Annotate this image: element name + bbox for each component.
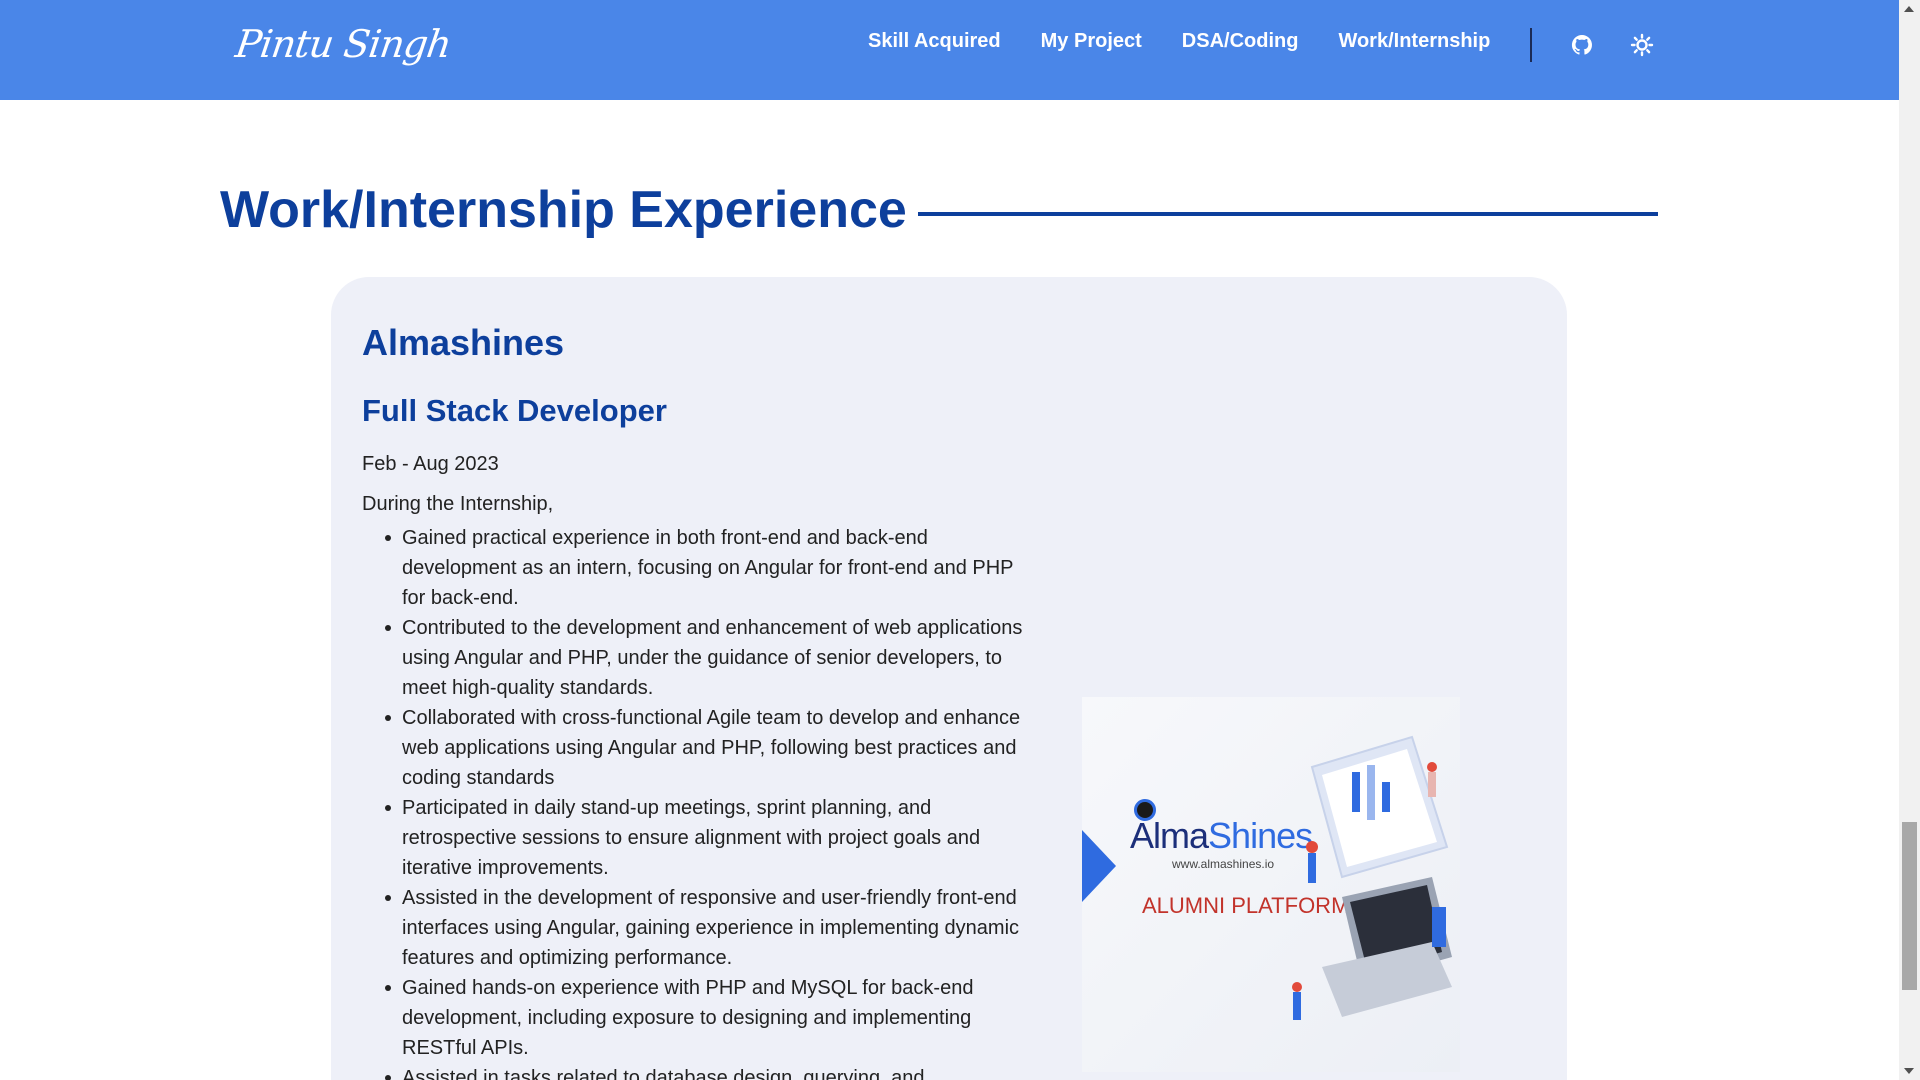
list-item: Participated in daily stand-up meetings,… <box>362 793 1034 883</box>
responsibility-list: Gained practical experience in both fron… <box>362 523 1034 1080</box>
nav-divider <box>1530 28 1532 62</box>
scroll-thumb[interactable] <box>1902 822 1917 990</box>
navbar: Pintu Singh Skill Acquired My Project DS… <box>0 0 1899 100</box>
theme-toggle-icon[interactable] <box>1630 33 1654 57</box>
list-item: Gained hands-on experience with PHP and … <box>362 973 1034 1063</box>
nav-link-my-project[interactable]: My Project <box>1041 30 1142 53</box>
nav-links: Skill Acquired My Project DSA/Coding Wor… <box>868 30 1490 53</box>
list-item: Assisted in tasks related to database de… <box>362 1063 1034 1080</box>
scroll-up-icon[interactable] <box>1904 6 1914 12</box>
nav-link-dsa-coding[interactable]: DSA/Coding <box>1182 30 1299 53</box>
list-item: Contributed to the development and enhan… <box>362 613 1034 703</box>
job-role: Full Stack Developer <box>362 393 667 428</box>
logo-text-alma: Alma <box>1130 815 1209 856</box>
list-item: Collaborated with cross-functional Agile… <box>362 703 1034 793</box>
chevron-right-icon <box>1082 830 1116 902</box>
nav-link-work-internship[interactable]: Work/Internship <box>1338 30 1490 53</box>
nav-link-skill-acquired[interactable]: Skill Acquired <box>868 30 1001 53</box>
section-divider <box>918 212 1658 216</box>
scroll-down-icon[interactable] <box>1904 1068 1914 1074</box>
list-item: Gained practical experience in both fron… <box>362 523 1034 613</box>
company-name: Almashines <box>362 322 565 363</box>
scrollbar[interactable] <box>1899 0 1920 1080</box>
company-image: Alma Shines www.almashines.io ALUMNI PLAT… <box>1082 697 1460 1072</box>
section-title: Work/Internship Experience <box>220 181 907 239</box>
github-icon[interactable] <box>1570 33 1594 57</box>
job-dates: Feb - Aug 2023 <box>362 453 499 475</box>
job-intro: During the Internship, <box>362 493 554 515</box>
company-url: www.almashines.io <box>1172 857 1275 871</box>
laptop-illustration-icon <box>1292 735 1452 1020</box>
list-item: Assisted in the development of responsiv… <box>362 883 1034 973</box>
logo[interactable]: Pintu Singh <box>233 22 454 66</box>
